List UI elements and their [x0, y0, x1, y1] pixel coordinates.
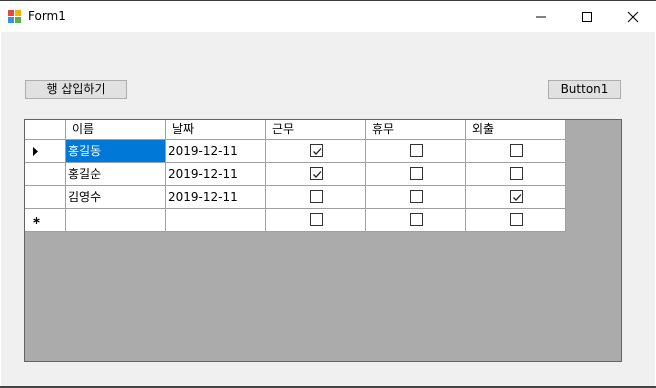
out-checkbox[interactable] [510, 190, 523, 203]
checkmark-icon [513, 194, 522, 201]
form-app-icon [8, 10, 21, 23]
cell-name[interactable]: 김영수 [66, 186, 166, 209]
cell-name[interactable]: 홍길동 [66, 140, 166, 163]
insert-row-button[interactable]: 행 삽입하기 [25, 80, 127, 99]
cell-off[interactable] [366, 140, 466, 163]
cell-work[interactable] [266, 163, 366, 186]
row-header[interactable] [25, 140, 66, 163]
cell-out[interactable] [466, 163, 566, 186]
work-checkbox[interactable] [310, 190, 323, 203]
work-checkbox[interactable] [310, 167, 323, 180]
close-icon [627, 11, 639, 23]
cell-out[interactable] [466, 186, 566, 209]
column-header-out[interactable]: 외출 [466, 120, 566, 140]
cell-date[interactable]: 2019-12-11 [166, 140, 266, 163]
off-checkbox[interactable] [410, 144, 423, 157]
work-checkbox[interactable] [310, 144, 323, 157]
out-checkbox[interactable] [510, 144, 523, 157]
close-button[interactable] [610, 1, 656, 32]
out-checkbox[interactable] [510, 167, 523, 180]
off-checkbox[interactable] [410, 190, 423, 203]
button1[interactable]: Button1 [548, 80, 621, 99]
current-row-arrow-icon [33, 147, 38, 156]
cell-name[interactable] [66, 209, 166, 232]
cell-date[interactable] [166, 209, 266, 232]
maximize-icon [582, 12, 592, 22]
cell-name[interactable]: 홍길순 [66, 163, 166, 186]
data-grid-view[interactable]: 이름 날짜 근무 휴무 외출 홍길동 2019-12-11 홍길순 2019-1… [24, 119, 622, 362]
column-header-off[interactable]: 휴무 [366, 120, 466, 140]
column-header-date[interactable]: 날짜 [166, 120, 266, 140]
window-title: Form1 [28, 9, 66, 23]
checkmark-icon [313, 148, 322, 155]
new-row-asterisk-icon [33, 217, 40, 224]
cell-off[interactable] [366, 209, 466, 232]
cell-out[interactable] [466, 140, 566, 163]
cell-work[interactable] [266, 186, 366, 209]
cell-work[interactable] [266, 209, 366, 232]
cell-out[interactable] [466, 209, 566, 232]
row-header[interactable] [25, 163, 66, 186]
form-client-area: 행 삽입하기 Button1 이름 날짜 근무 휴무 외출 홍길동 2019-1… [1, 32, 655, 386]
column-header-work[interactable]: 근무 [266, 120, 366, 140]
cell-date[interactable]: 2019-12-11 [166, 163, 266, 186]
cell-date[interactable]: 2019-12-11 [166, 186, 266, 209]
row-header[interactable] [25, 186, 66, 209]
row-header[interactable] [25, 209, 66, 232]
title-bar[interactable]: Form1 [0, 1, 656, 32]
cell-off[interactable] [366, 163, 466, 186]
column-header-name[interactable]: 이름 [66, 120, 166, 140]
checkmark-icon [313, 171, 322, 178]
minimize-icon [536, 16, 546, 18]
work-checkbox[interactable] [310, 213, 323, 226]
grid-corner-header[interactable] [25, 120, 66, 140]
out-checkbox[interactable] [510, 213, 523, 226]
cell-work[interactable] [266, 140, 366, 163]
maximize-button[interactable] [564, 1, 610, 32]
cell-off[interactable] [366, 186, 466, 209]
minimize-button[interactable] [518, 1, 564, 32]
off-checkbox[interactable] [410, 167, 423, 180]
off-checkbox[interactable] [410, 213, 423, 226]
